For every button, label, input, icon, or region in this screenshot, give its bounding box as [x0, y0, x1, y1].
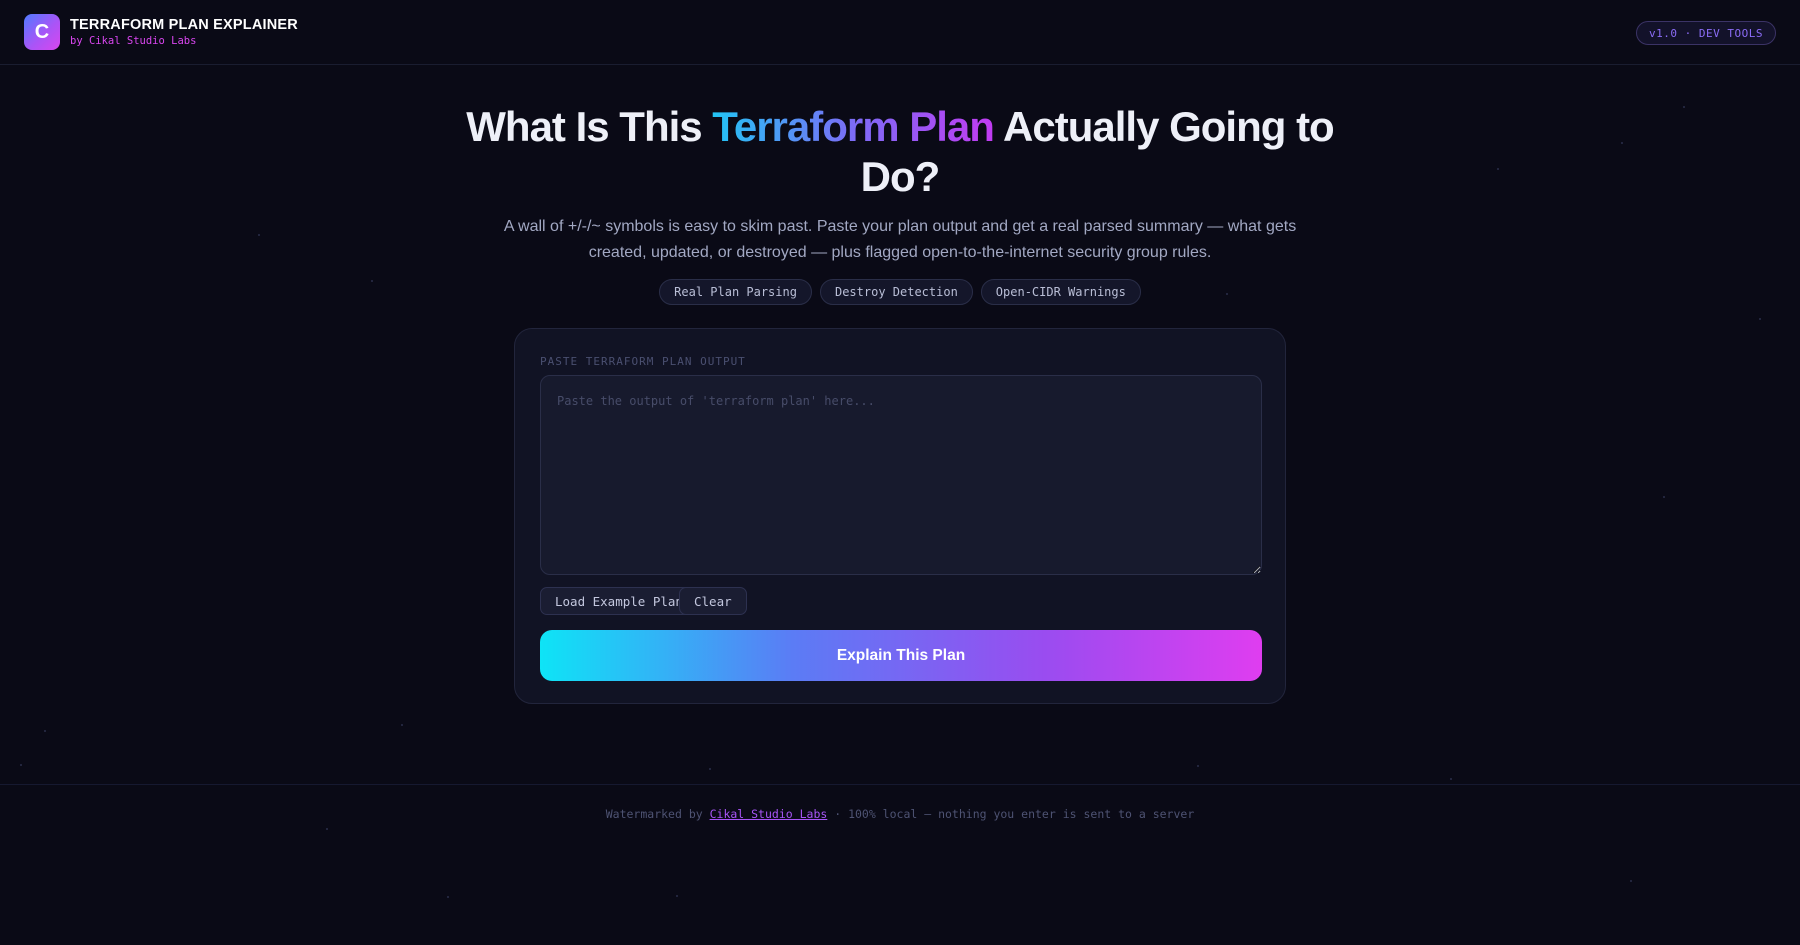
brand-block: TERRAFORM PLAN EXPLAINER by Cikal Studio…: [70, 17, 298, 48]
feature-chip-destroy-detection: Destroy Detection: [819, 279, 973, 305]
plan-input-card: PASTE TERRAFORM PLAN OUTPUT Load Example…: [514, 328, 1286, 704]
page-subtitle: A wall of +/-/~ symbols is easy to skim …: [503, 218, 1297, 261]
clear-button[interactable]: Clear: [679, 587, 747, 615]
top-bar: C TERRAFORM PLAN EXPLAINER by Cikal Stud…: [0, 0, 1800, 65]
title-highlight: Terraform Plan: [712, 103, 995, 150]
explain-plan-button[interactable]: Explain This Plan: [540, 630, 1262, 681]
title-before: What Is This: [466, 103, 713, 150]
footer: Watermarked by Cikal Studio Labs · 100% …: [0, 784, 1800, 945]
feature-chips: Real Plan Parsing Destroy Detection Open…: [0, 279, 1800, 305]
footer-link[interactable]: Cikal Studio Labs: [710, 807, 828, 821]
page-title: What Is This Terraform Plan Actually Goi…: [450, 102, 1350, 202]
app-title: TERRAFORM PLAN EXPLAINER: [70, 16, 298, 33]
footer-prefix: Watermarked by: [605, 807, 710, 821]
brand-logo: C: [24, 14, 60, 50]
logo-letter: C: [34, 20, 50, 43]
plan-textarea[interactable]: [540, 375, 1262, 575]
footer-text: Watermarked by Cikal Studio Labs · 100% …: [0, 807, 1800, 821]
plan-input-label: PASTE TERRAFORM PLAN OUTPUT: [540, 355, 746, 368]
app-subtitle: by Cikal Studio Labs: [70, 35, 197, 48]
load-example-button[interactable]: Load Example Plan: [540, 587, 698, 615]
feature-chip-plan-parsing: Real Plan Parsing: [659, 279, 812, 305]
feature-chip-open-cidr: Open-CIDR Warnings: [980, 279, 1141, 305]
footer-suffix: · 100% local — nothing you enter is sent…: [827, 807, 1195, 821]
version-badge: v1.0 · DEV TOOLS: [1636, 21, 1776, 45]
